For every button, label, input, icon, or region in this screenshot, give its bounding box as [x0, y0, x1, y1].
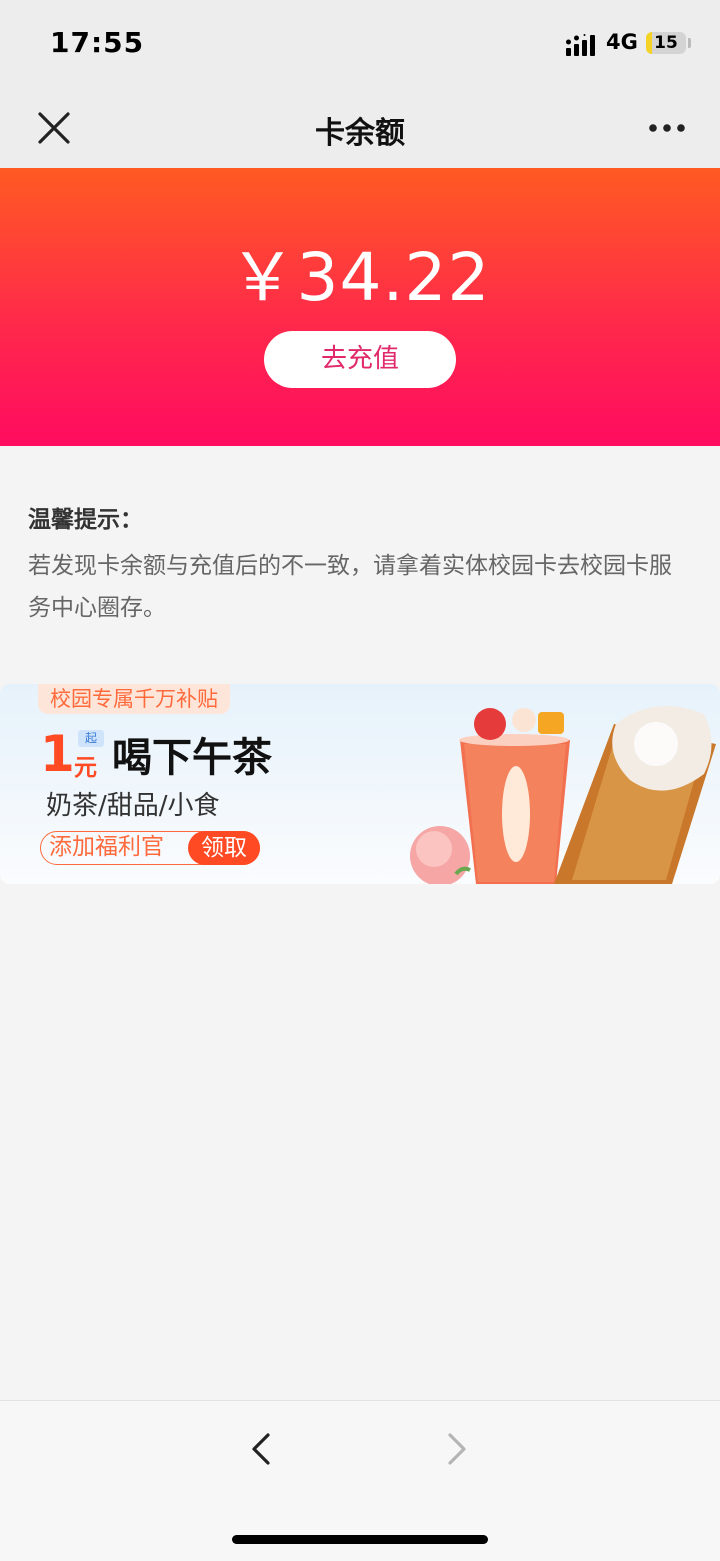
status-bar: 17:55 4G 15: [0, 0, 720, 88]
balance-amount: ￥34.22: [229, 239, 491, 316]
promo-cta-text: 添加福利官: [49, 834, 164, 860]
promo-tag: 校园专属千万补贴: [38, 684, 230, 714]
promo-price-number: 1: [40, 725, 75, 783]
promo-subtitle: 奶茶/甜品/小食: [46, 791, 220, 821]
promo-price-qi: 起: [78, 730, 104, 747]
page-title: 卡余额: [315, 116, 405, 151]
chevron-left-icon[interactable]: [242, 1429, 282, 1469]
promo-claim-button[interactable]: 领取: [188, 830, 260, 865]
battery-icon: 15: [646, 32, 686, 54]
signal-icon: [566, 34, 595, 56]
promo-headline: 喝下午茶: [112, 735, 272, 781]
drinks-image: [410, 706, 716, 884]
tips-body: 若发现卡余额与充值后的不一致，请拿着实体校园卡去校园卡服务中心圈存。: [28, 553, 672, 621]
recharge-button[interactable]: 去充值: [264, 331, 456, 388]
battery-cap: [688, 38, 691, 48]
network-type: 4G: [606, 30, 638, 54]
battery-level: 15: [654, 33, 678, 53]
more-icon[interactable]: [642, 104, 692, 152]
promo-price-unit: 元: [74, 755, 97, 781]
tips-title: 温馨提示：: [28, 507, 143, 533]
promo-cta[interactable]: 添加福利官 领取: [40, 830, 260, 865]
status-time: 17:55: [50, 26, 145, 59]
home-indicator: [232, 1535, 488, 1544]
nav-bar: 卡余额: [0, 88, 720, 168]
balance-banner: ￥34.22 去充值: [0, 168, 720, 446]
chevron-right-icon: [448, 1433, 466, 1465]
bottom-toolbar: [0, 1400, 720, 1561]
